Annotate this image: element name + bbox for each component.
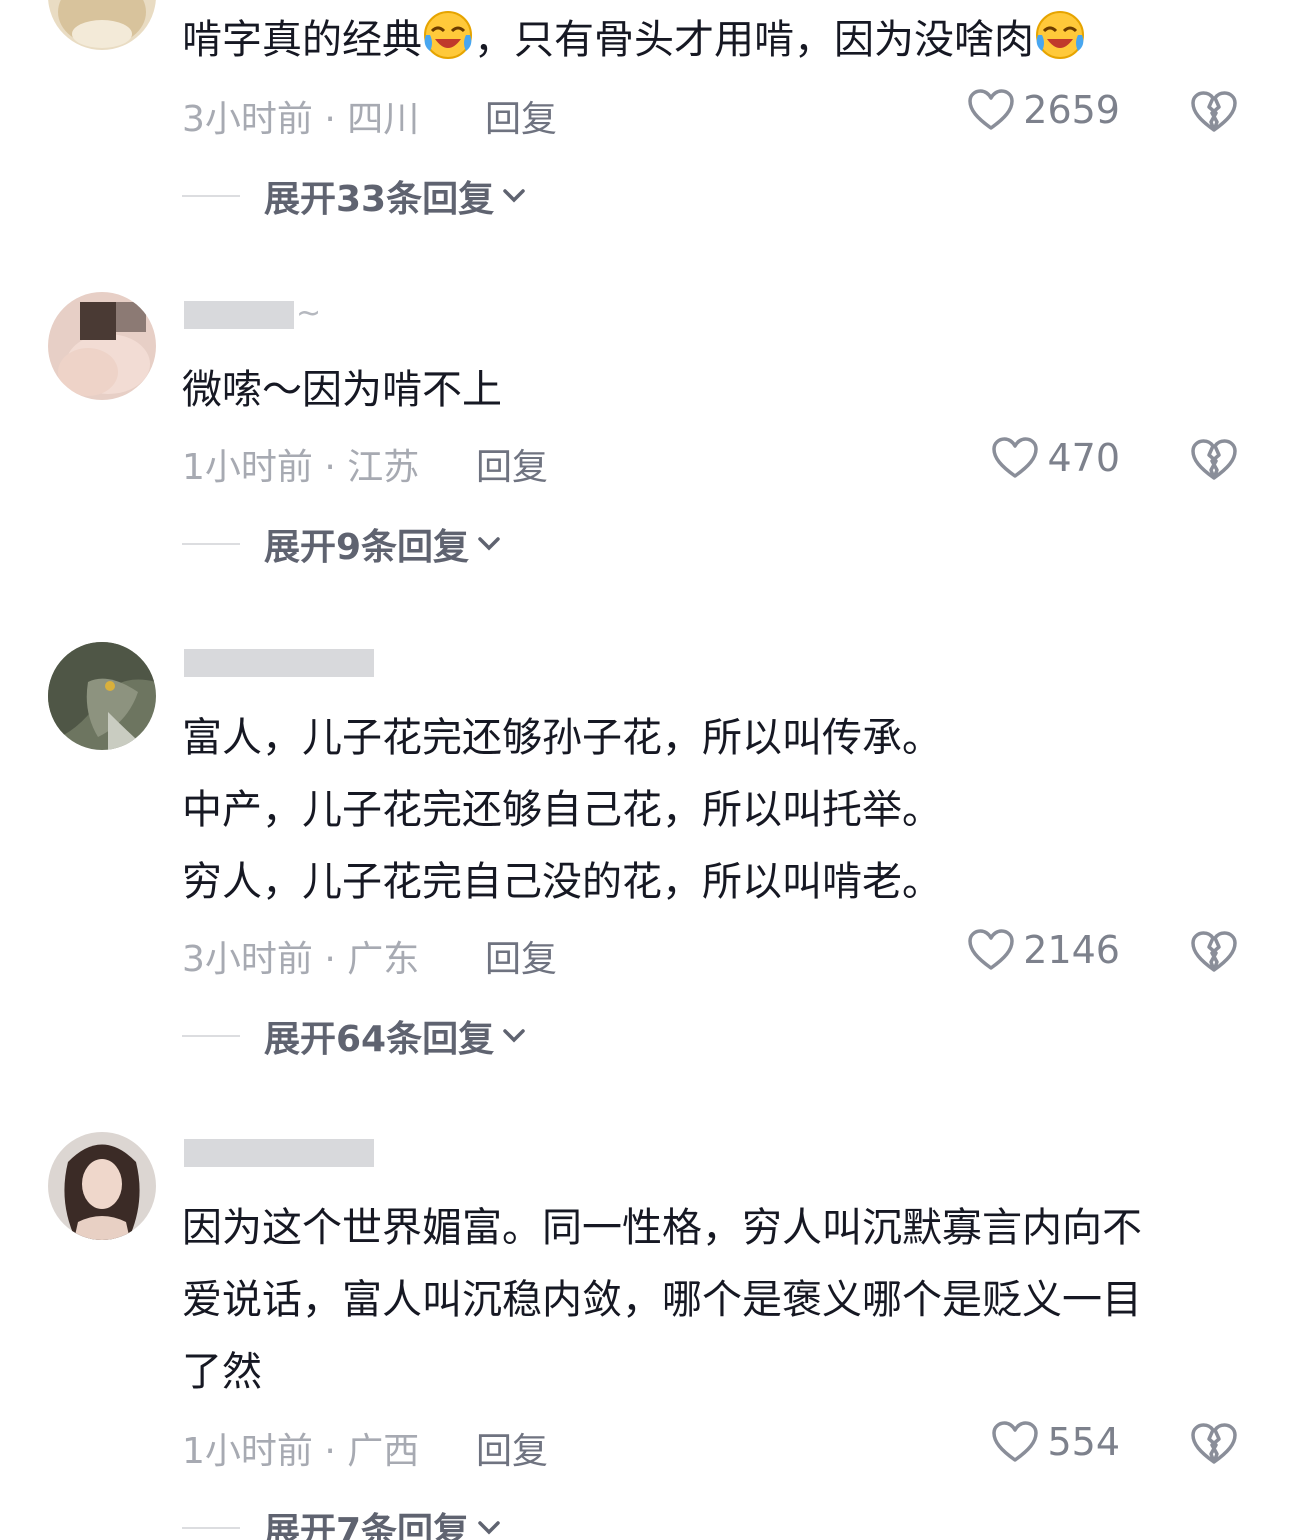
comment-text-line: 爱说话，富人叫沉稳内敛，哪个是褒义哪个是贬义一目 <box>182 1277 1142 1323</box>
comment-text: 因为这个世界媚富。同一性格，穷人叫沉默寡言内向不 爱说话，富人叫沉稳内敛，哪个是… <box>182 1192 1252 1408</box>
dislike-button[interactable] <box>1190 438 1238 486</box>
like-count: 2146 <box>1023 928 1120 972</box>
username[interactable]: ~ <box>182 296 322 331</box>
like-button[interactable]: 2146 <box>967 928 1120 972</box>
chevron-down-icon <box>478 537 500 551</box>
expand-replies-label: 展开7条回复 <box>264 1511 470 1540</box>
expand-replies-button[interactable]: 展开7条回复 <box>182 1502 503 1540</box>
comment-item: 因为这个世界媚富。同一性格，穷人叫沉默寡言内向不 爱说话，富人叫沉稳内敛，哪个是… <box>0 1130 1290 1540</box>
avatar[interactable] <box>48 0 156 50</box>
laughing-tears-emoji-icon <box>1034 9 1086 61</box>
dislike-button[interactable] <box>1190 930 1238 978</box>
heart-outline-icon <box>968 89 1015 130</box>
avatar[interactable] <box>48 1132 156 1240</box>
comment-meta: 1小时前 · 广西 <box>182 1431 420 1472</box>
broken-heart-icon <box>1191 439 1237 480</box>
comment-item: 富人，儿子花完还够孙子花，所以叫传承。 中产，儿子花完还够自己花，所以叫托举。 … <box>0 640 1290 1080</box>
heart-outline-icon <box>992 437 1039 478</box>
heart-outline-icon <box>992 1421 1039 1462</box>
username[interactable] <box>182 1134 376 1169</box>
chevron-down-icon <box>478 1521 500 1535</box>
comment-text-line: 因为这个世界媚富。同一性格，穷人叫沉默寡言内向不 <box>182 1205 1142 1251</box>
divider <box>182 1527 240 1529</box>
avatar[interactable] <box>48 642 156 750</box>
like-count: 470 <box>1047 436 1120 480</box>
reply-button[interactable]: 回复 <box>476 1422 548 1474</box>
broken-heart-icon <box>1191 1423 1237 1464</box>
comment-text-line: 微嗦～因为啃不上 <box>182 367 502 413</box>
comment-text-line: 了然 <box>182 1349 262 1395</box>
comment-meta: 1小时前 · 江苏 <box>182 447 420 488</box>
expand-replies-label: 展开64条回复 <box>264 1019 495 1060</box>
expand-replies-button[interactable]: 展开9条回复 <box>182 518 503 570</box>
reply-button[interactable]: 回复 <box>485 90 557 142</box>
comment-text-line: 富人，儿子花完还够孙子花，所以叫传承。 <box>182 715 942 761</box>
comment-meta: 3小时前 · 广东 <box>182 939 420 980</box>
avatar[interactable] <box>48 292 156 400</box>
broken-heart-icon <box>1191 931 1237 972</box>
laughing-tears-emoji-icon <box>422 9 474 61</box>
like-button[interactable]: 554 <box>991 1420 1120 1464</box>
divider <box>182 543 240 545</box>
like-count: 554 <box>1047 1420 1120 1464</box>
like-button[interactable]: 2659 <box>967 88 1120 132</box>
expand-replies-button[interactable]: 展开33条回复 <box>182 170 528 222</box>
comment-text-line: 中产，儿子花完还够自己花，所以叫托举。 <box>182 787 942 833</box>
reply-button[interactable]: 回复 <box>485 930 557 982</box>
expand-replies-label: 展开9条回复 <box>264 527 470 568</box>
divider <box>182 1035 240 1037</box>
comment-text-line: 啃字真的经典 <box>182 17 422 63</box>
broken-heart-icon <box>1191 91 1237 132</box>
comment-text: 富人，儿子花完还够孙子花，所以叫传承。 中产，儿子花完还够自己花，所以叫托举。 … <box>182 702 1252 918</box>
dislike-button[interactable] <box>1190 1422 1238 1470</box>
comment-text-line: 穷人，儿子花完自己没的花，所以叫啃老。 <box>182 859 942 905</box>
chevron-down-icon <box>503 1029 525 1043</box>
reply-button[interactable]: 回复 <box>476 438 548 490</box>
like-count: 2659 <box>1023 88 1120 132</box>
chevron-down-icon <box>503 189 525 203</box>
divider <box>182 195 240 197</box>
username[interactable] <box>182 644 376 679</box>
dislike-button[interactable] <box>1190 90 1238 138</box>
comment-item: 啃字真的经典 ，只有骨头才用啃，因为没啥肉 3小时前 · 四川 回复 2659 … <box>0 0 1290 260</box>
comment-list: 啃字真的经典 ，只有骨头才用啃，因为没啥肉 3小时前 · 四川 回复 2659 … <box>0 0 1290 1540</box>
heart-outline-icon <box>968 929 1015 970</box>
comment-text-line: ，只有骨头才用啃，因为没啥肉 <box>474 17 1034 63</box>
comment-text: 微嗦～因为啃不上 <box>182 354 1252 426</box>
comment-meta: 3小时前 · 四川 <box>182 99 420 140</box>
like-button[interactable]: 470 <box>991 436 1120 480</box>
expand-replies-button[interactable]: 展开64条回复 <box>182 1010 528 1062</box>
comment-text: 啃字真的经典 ，只有骨头才用啃，因为没啥肉 <box>182 4 1252 76</box>
comment-item: ~ 微嗦～因为啃不上 1小时前 · 江苏 回复 470 展开9条回复 <box>0 290 1290 590</box>
expand-replies-label: 展开33条回复 <box>264 179 495 220</box>
